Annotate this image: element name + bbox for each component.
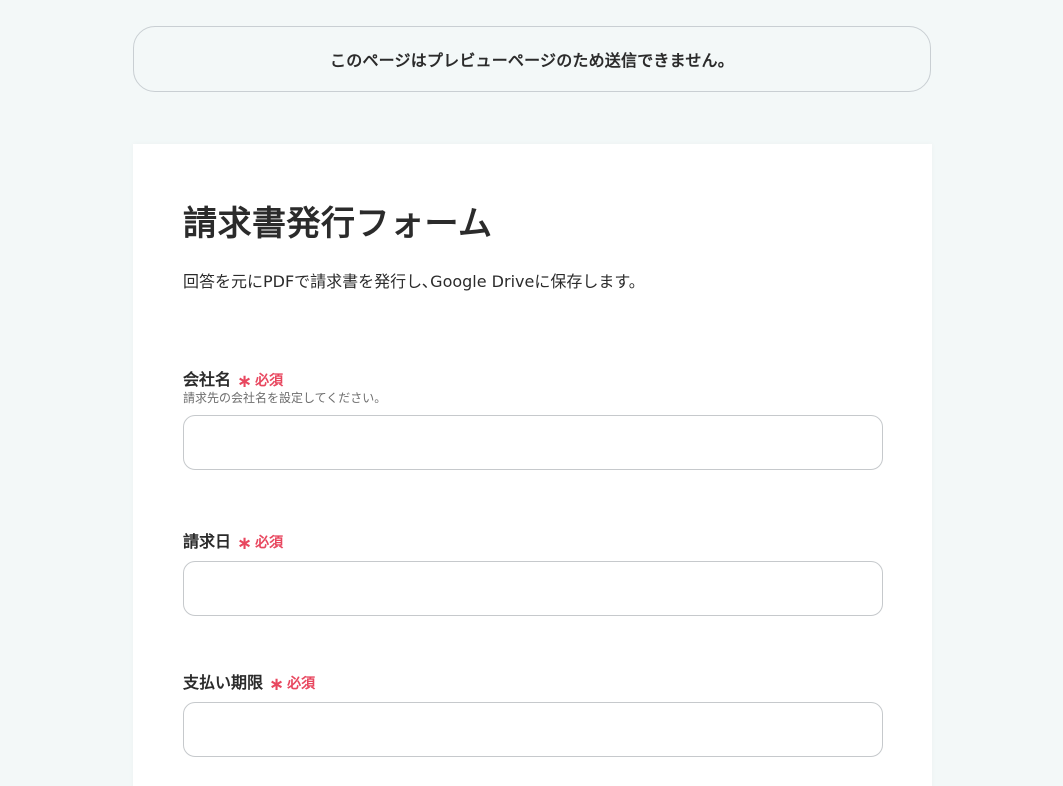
field-payment-due: 支払い期限 ∗ 必須 [183, 669, 883, 757]
field-company-name: 会社名 ∗ 必須 請求先の会社名を設定してください。 [183, 366, 883, 470]
form-description: 回答を元にPDFで請求書を発行し､Google Driveに保存します。 [183, 272, 645, 291]
required-asterisk-icon: ∗ [269, 674, 285, 695]
field-label: 会社名 [183, 370, 232, 389]
field-label: 請求日 [183, 532, 232, 551]
invoice-date-input[interactable] [183, 561, 883, 616]
field-invoice-date: 請求日 ∗ 必須 [183, 528, 883, 616]
form-title: 請求書発行フォーム [183, 204, 493, 244]
preview-notice-banner: このページはプレビューページのため送信できません。 [133, 26, 931, 92]
required-badge: 必須 [287, 676, 316, 692]
form-card: 請求書発行フォーム 回答を元にPDFで請求書を発行し､Google Driveに… [133, 144, 932, 786]
required-badge: 必須 [255, 535, 284, 551]
page: このページはプレビューページのため送信できません。 請求書発行フォーム 回答を元… [0, 0, 1063, 786]
company-name-input[interactable] [183, 415, 883, 470]
payment-due-input[interactable] [183, 702, 883, 757]
required-badge: 必須 [255, 373, 284, 389]
required-asterisk-icon: ∗ [237, 533, 253, 554]
field-label: 支払い期限 [183, 673, 264, 692]
required-asterisk-icon: ∗ [237, 371, 253, 392]
field-help-text: 請求先の会社名を設定してください。 [183, 391, 387, 405]
preview-notice-text: このページはプレビューページのため送信できません。 [330, 51, 734, 70]
